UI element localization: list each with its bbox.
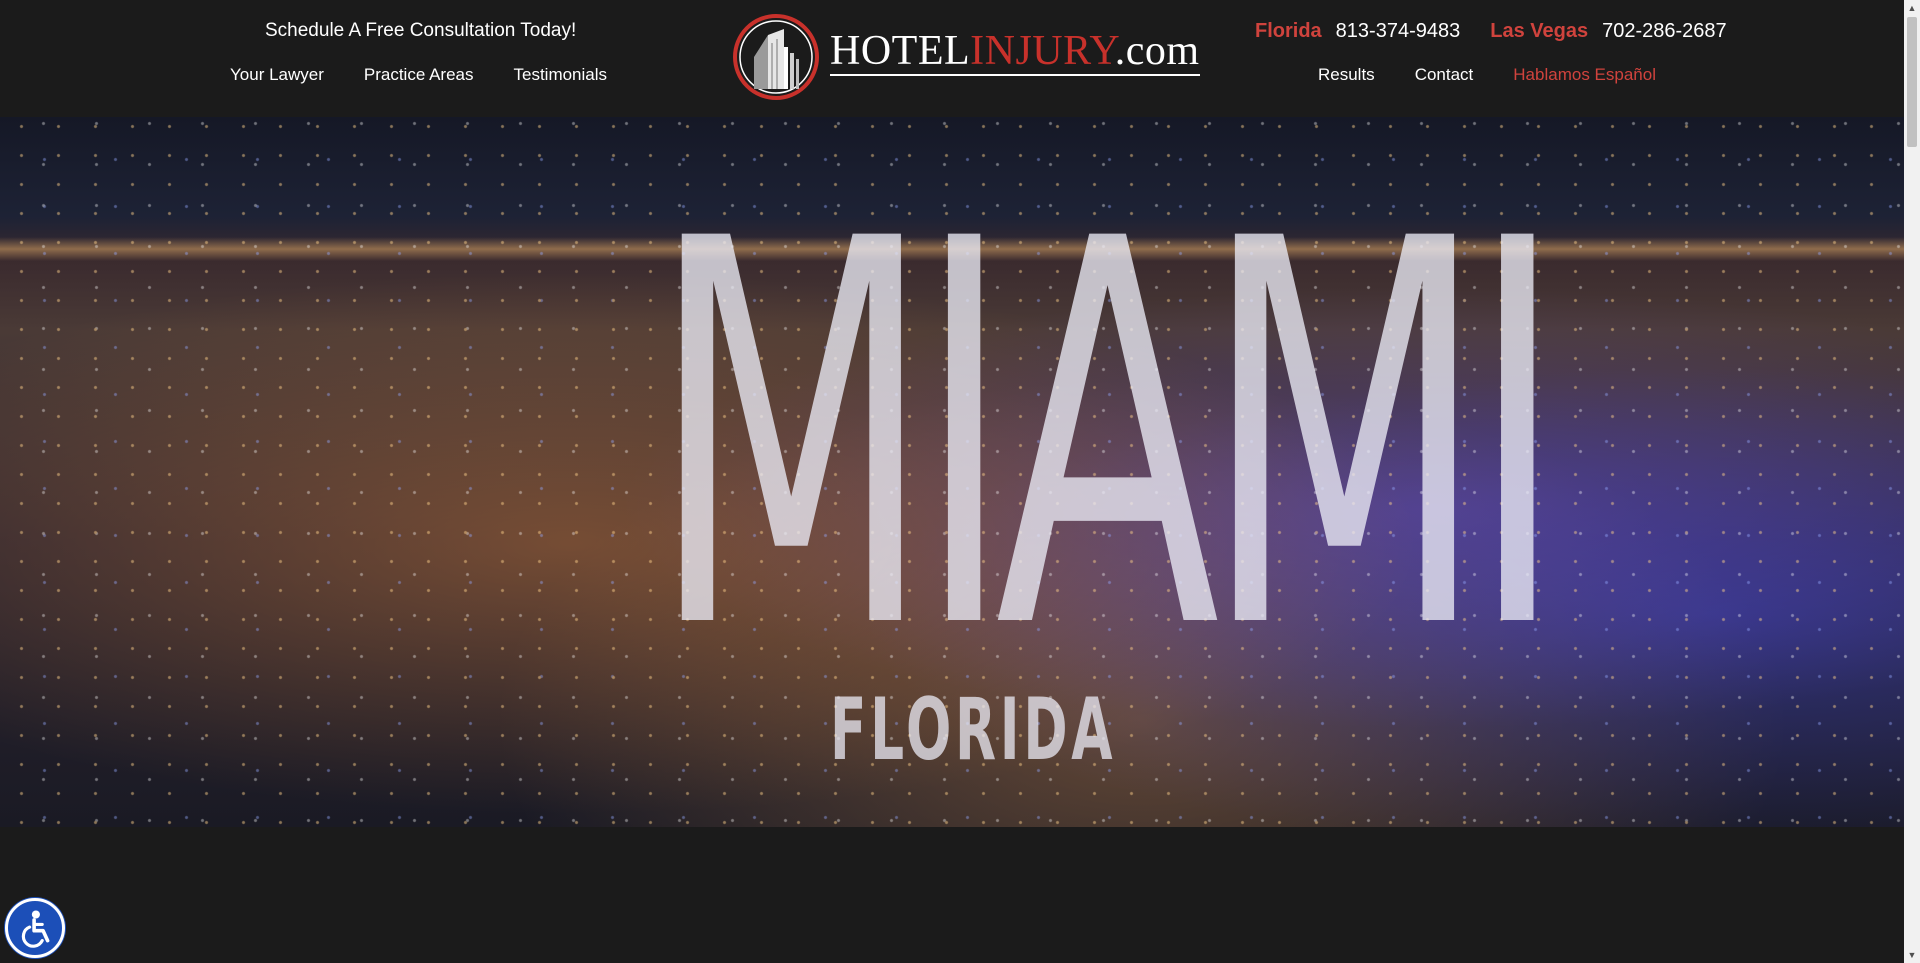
logo-wordmark: HOTELINJURY.com (830, 30, 1200, 76)
phone-number-las-vegas[interactable]: 702-286-2687 (1602, 20, 1727, 43)
hero-subtitle: FLORIDA (830, 680, 1117, 780)
nav-testimonials[interactable]: Testimonials (513, 65, 607, 85)
nav-right: Results Contact Hablamos Español (1318, 65, 1696, 85)
logo-part-injury: INJURY (970, 28, 1115, 74)
accessibility-button[interactable] (5, 898, 65, 958)
nav-your-lawyer[interactable]: Your Lawyer (230, 65, 324, 85)
phone-numbers: Florida 813-374-9483 Las Vegas 702-286-2… (1255, 20, 1757, 43)
site-logo[interactable]: HOTELINJURY.com (732, 13, 1200, 101)
consultation-cta[interactable]: Schedule A Free Consultation Today! (265, 20, 576, 42)
page-scrollbar[interactable]: ▲ ▼ (1904, 0, 1920, 963)
scrollbar-thumb[interactable] (1907, 17, 1917, 147)
building-icon (733, 14, 819, 100)
logo-part-hotel: HOTEL (830, 28, 971, 74)
hero-video: MIAMI FLORIDA (0, 117, 1904, 827)
nav-results[interactable]: Results (1318, 65, 1375, 85)
phone-number-florida[interactable]: 813-374-9483 (1336, 20, 1461, 43)
phone-region-las-vegas: Las Vegas (1490, 20, 1589, 42)
site-header: Schedule A Free Consultation Today! Your… (0, 0, 1904, 117)
nav-practice-areas[interactable]: Practice Areas (364, 65, 474, 85)
phone-region-florida: Florida (1255, 20, 1322, 42)
triangle-down-icon[interactable]: ▼ (1904, 947, 1920, 963)
nav-left: Your Lawyer Practice Areas Testimonials (230, 65, 647, 85)
nav-hablamos-espanol[interactable]: Hablamos Español (1513, 65, 1656, 85)
hero-title: MIAMI (649, 128, 1566, 745)
logo-part-com: .com (1114, 28, 1200, 74)
nav-contact[interactable]: Contact (1415, 65, 1474, 85)
triangle-up-icon[interactable]: ▲ (1904, 0, 1920, 16)
accessibility-icon (21, 910, 50, 948)
